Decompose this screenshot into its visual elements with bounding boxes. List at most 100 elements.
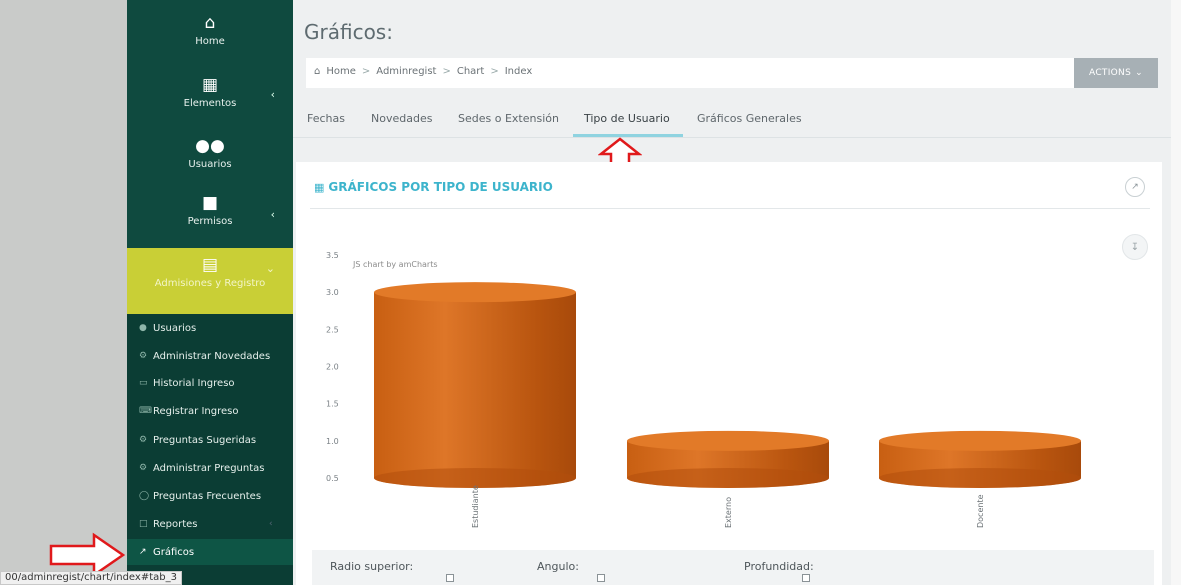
status-bar-url: 00/adminregist/chart/index#tab_3 [0, 571, 182, 585]
chart-controls: Radio superior: Angulo: Profundidad: [312, 550, 1154, 585]
home-icon: ⌂ [204, 13, 216, 33]
y-tick-label: 1.0 [326, 437, 339, 446]
home-icon[interactable]: ⌂ [314, 66, 320, 77]
chevron-left-icon: ‹ [270, 88, 275, 101]
tab-graficos-generales[interactable]: Gráficos Generales [697, 112, 802, 125]
radio-superior-slider[interactable] [446, 574, 454, 582]
line-chart-icon: ↗ [139, 547, 147, 557]
breadcrumb-item[interactable]: Home [326, 66, 356, 77]
submenu-item-usuarios[interactable]: ● Usuarios [139, 319, 196, 337]
bar-estudiante[interactable] [374, 282, 576, 488]
actions-label: ACTIONS [1089, 68, 1132, 78]
sidebar-item-label: Usuarios [188, 159, 232, 170]
angulo-label: Angulo: [537, 560, 579, 573]
sidebar-item-elementos[interactable]: ▦ Elementos ‹ [127, 76, 293, 109]
submenu-item-registrar-ingreso[interactable]: ⌨ Registrar Ingreso [139, 402, 238, 420]
breadcrumb-item[interactable]: Chart [457, 66, 484, 77]
users-icon: ●● [195, 136, 225, 156]
submenu-item-preguntas-frecuentes[interactable]: ◯ Preguntas Frecuentes [139, 487, 261, 505]
breadcrumb-item[interactable]: Adminregist [376, 66, 436, 77]
breadcrumb-separator: > [442, 66, 451, 77]
cogs-icon: ⚙ [139, 463, 148, 473]
sidebar-item-label: Admisiones y Registro [154, 278, 266, 289]
lock-icon: ■ [201, 193, 219, 213]
chevron-down-icon: ⌄ [265, 262, 275, 275]
actions-button[interactable]: ACTIONS ⌄ [1074, 58, 1158, 88]
breadcrumb: ⌂ Home > Adminregist > Chart > Index [314, 66, 532, 77]
tab-tipo-de-usuario[interactable]: Tipo de Usuario [584, 112, 670, 125]
cogs-icon: ⚙ [139, 351, 148, 361]
lifebuoy-icon: ◯ [139, 491, 150, 501]
tab-bar: Fechas Novedades Sedes o Extensión Tipo … [293, 104, 1171, 138]
bar-cap [374, 282, 576, 303]
tab-sedes[interactable]: Sedes o Extensión [458, 112, 559, 125]
cylinder-bar-chart: JS chart by amCharts 3.5 3.0 2.5 2.0 1.5 1.0 0… [326, 251, 1081, 528]
sidebar-item-permisos[interactable]: ■ Permisos ‹ [127, 194, 293, 227]
scroll-gutter [1171, 0, 1181, 585]
user-icon: ● [139, 323, 147, 333]
bar-externo[interactable] [627, 430, 829, 488]
cogs-icon: ⚙ [139, 435, 148, 445]
bar-base [374, 468, 576, 488]
y-tick-label: 3.5 [326, 251, 339, 260]
submenu-label: Preguntas Frecuentes [153, 490, 262, 502]
submenu-label: Gráficos [153, 546, 195, 558]
sidebar-item-label: Elementos [183, 98, 237, 109]
sidebar-item-admisiones[interactable]: ▤ Admisiones y Registro ⌄ [127, 248, 293, 316]
keyboard-icon: ⌨ [139, 406, 152, 416]
building-icon: ▦ [201, 75, 219, 95]
bar-docente[interactable] [879, 430, 1081, 488]
submenu-item-graficos[interactable]: ↗ Gráficos [127, 539, 293, 565]
submenu-item-administrar-novedades[interactable]: ⚙ Administrar Novedades [139, 347, 270, 365]
bar-base [879, 468, 1081, 488]
sidebar-item-home[interactable]: ⌂ Home [127, 14, 293, 47]
file-icon: □ [139, 519, 148, 529]
sidebar-submenu: ● Usuarios ⚙ Administrar Novedades ▭ His… [127, 314, 293, 585]
monitor-icon: ▭ [139, 378, 148, 388]
breadcrumb-bar: ⌂ Home > Adminregist > Chart > Index ACT… [306, 58, 1158, 88]
submenu-label: Registrar Ingreso [153, 405, 239, 417]
sidebar-item-label: Home [195, 36, 225, 47]
radio-superior-label: Radio superior: [330, 560, 414, 573]
submenu-label: Administrar Preguntas [153, 462, 265, 474]
bar-cap [627, 430, 829, 451]
main-content: Gráficos: ⌂ Home > Adminregist > Chart >… [293, 0, 1171, 585]
chevron-left-icon: ‹ [269, 519, 273, 529]
sidebar-item-usuarios[interactable]: ●● Usuarios [127, 137, 293, 170]
chevron-down-icon: ⌄ [1135, 68, 1143, 78]
submenu-item-historial-ingreso[interactable]: ▭ Historial Ingreso [139, 374, 235, 392]
bar-cap [879, 430, 1081, 451]
submenu-label: Preguntas Sugeridas [153, 434, 257, 446]
x-tick-label: Docente [976, 494, 985, 528]
submenu-label: Administrar Novedades [153, 350, 271, 362]
sidebar: ⌂ Home ▦ Elementos ‹ ●● Usuarios ■ Permi… [127, 0, 293, 585]
x-tick-label: Estudiante [471, 485, 480, 528]
tab-novedades[interactable]: Novedades [371, 112, 432, 125]
bar-body [374, 292, 576, 488]
background-left [0, 0, 127, 585]
page-title: Gráficos: [304, 20, 393, 44]
angulo-slider[interactable] [597, 574, 605, 582]
chart-panel: ▦ GRÁFICOS POR TIPO DE USUARIO ↗ ↧ JS ch… [296, 162, 1162, 585]
chart-watermark: JS chart by amCharts [352, 260, 438, 269]
submenu-label: Reportes [153, 518, 198, 530]
submenu-item-administrar-preguntas[interactable]: ⚙ Administrar Preguntas [139, 459, 265, 477]
y-tick-label: 1.5 [326, 400, 339, 409]
profundidad-label: Profundidad: [744, 560, 814, 573]
submenu-item-preguntas-sugeridas[interactable]: ⚙ Preguntas Sugeridas [139, 431, 256, 449]
breadcrumb-item: Index [504, 66, 533, 77]
y-tick-label: 3.0 [326, 288, 339, 297]
x-tick-label: Externo [724, 497, 733, 528]
submenu-label: Usuarios [153, 322, 197, 334]
bar-base [627, 468, 829, 488]
tab-fechas[interactable]: Fechas [307, 112, 345, 125]
breadcrumb-separator: > [361, 66, 371, 77]
profundidad-slider[interactable] [802, 574, 810, 582]
submenu-label: Historial Ingreso [153, 377, 235, 389]
submenu-item-reportes[interactable]: □ Reportes ‹ [139, 515, 273, 533]
chevron-left-icon: ‹ [270, 208, 275, 221]
y-tick-label: 2.5 [326, 325, 339, 334]
y-tick-label: 0.5 [326, 474, 339, 483]
breadcrumb-separator: > [490, 66, 499, 77]
sidebar-item-label: Permisos [187, 216, 233, 227]
